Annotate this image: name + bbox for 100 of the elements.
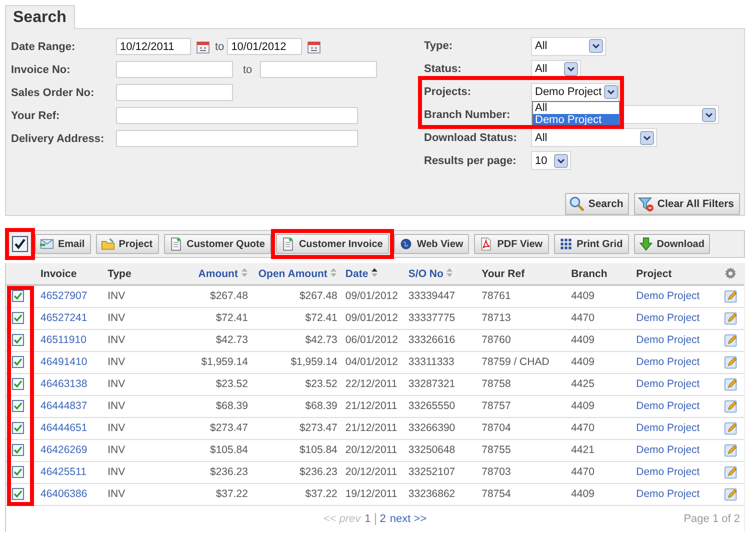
table-cell: $37.22 xyxy=(216,488,248,500)
select-field[interactable]: All xyxy=(531,36,606,56)
row-checkbox[interactable] xyxy=(12,422,24,434)
input-field[interactable] xyxy=(260,61,378,78)
table-link[interactable]: 46527241 xyxy=(40,312,88,324)
row-checkbox[interactable] xyxy=(12,444,24,456)
input-field[interactable] xyxy=(116,84,233,101)
page-link[interactable]: 1 xyxy=(364,512,371,524)
table-cell: INV xyxy=(108,422,126,434)
input-field[interactable] xyxy=(116,61,233,78)
toolbar-button[interactable]: Print Grid xyxy=(554,234,629,254)
calendar-icon[interactable] xyxy=(307,40,322,54)
toolbar-button[interactable]: Project xyxy=(96,234,159,254)
edit-icon[interactable] xyxy=(724,311,738,325)
edit-icon[interactable] xyxy=(724,333,738,347)
toolbar-button[interactable]: Customer Quote xyxy=(164,234,271,254)
table-link[interactable]: Demo Project xyxy=(636,312,700,324)
row-checkbox[interactable] xyxy=(12,488,24,500)
table-link[interactable]: 46463138 xyxy=(40,378,88,390)
table-cell: 33311333 xyxy=(408,356,454,368)
table-cell: INV xyxy=(108,290,126,302)
calendar-icon[interactable] xyxy=(196,40,210,54)
table-link[interactable]: Demo Project xyxy=(636,422,700,434)
row-checkbox[interactable] xyxy=(12,334,24,346)
filter-icon xyxy=(638,196,654,212)
edit-icon[interactable] xyxy=(724,443,738,457)
table-cell: $267.48 xyxy=(210,290,248,302)
input-field[interactable] xyxy=(116,130,358,147)
page-summary: Page 1 of 2 xyxy=(684,512,740,524)
select-field[interactable]: All xyxy=(531,128,657,148)
table-link[interactable]: 46425511 xyxy=(40,466,86,478)
input-field[interactable] xyxy=(116,107,358,124)
table-cell: 78758 xyxy=(482,378,511,390)
dropdown-option[interactable]: All xyxy=(533,102,619,114)
column-header: Invoice xyxy=(40,268,77,280)
clear-filters-button[interactable]: Clear All Filters xyxy=(634,192,740,215)
table-link[interactable]: Demo Project xyxy=(636,400,700,412)
table-cell: 4470 xyxy=(571,422,594,434)
date-field[interactable]: 10/12/2011 xyxy=(116,38,191,55)
table-cell: 06/01/2012 xyxy=(345,334,398,346)
to-label: to xyxy=(243,64,252,76)
sort-icon[interactable] xyxy=(371,267,378,278)
toolbar-button[interactable]: PDF View xyxy=(474,234,549,254)
next-link[interactable]: next >> xyxy=(390,512,427,524)
table-link[interactable]: Demo Project xyxy=(636,466,700,478)
table-cell: INV xyxy=(108,400,126,412)
toolbar-button[interactable]: Web View xyxy=(394,234,470,254)
row-checkbox[interactable] xyxy=(12,466,24,478)
search-button[interactable]: Search xyxy=(565,192,630,215)
table-link[interactable]: Demo Project xyxy=(636,334,700,346)
row-checkbox[interactable] xyxy=(12,290,24,302)
edit-icon[interactable] xyxy=(724,289,738,304)
table-link[interactable]: 46426269 xyxy=(40,444,88,456)
dropdown-option[interactable]: Demo Project xyxy=(533,114,619,126)
table-cell: INV xyxy=(108,488,126,500)
table-link[interactable]: Demo Project xyxy=(636,290,700,302)
select-all-checkbox[interactable] xyxy=(12,236,28,252)
table-cell: $68.39 xyxy=(305,400,338,412)
field-label: Download Status: xyxy=(424,132,518,144)
table-cell: 4409 xyxy=(571,488,594,500)
table-link[interactable]: 46491410 xyxy=(40,356,88,368)
edit-icon[interactable] xyxy=(724,355,738,369)
search-tab[interactable]: Search xyxy=(5,5,76,29)
table-cell: 19/12/2011 xyxy=(345,488,398,500)
toolbar-button[interactable]: Download xyxy=(634,234,710,254)
edit-icon[interactable] xyxy=(724,421,738,435)
column-header: Type xyxy=(108,268,132,280)
table-link[interactable]: 46406386 xyxy=(40,488,88,500)
table-cell: $72.41 xyxy=(305,312,338,324)
table-link[interactable]: Demo Project xyxy=(636,378,700,390)
row-checkbox[interactable] xyxy=(12,312,24,324)
table-link[interactable]: Demo Project xyxy=(636,444,700,456)
table-cell: 78760 xyxy=(482,334,511,346)
select-field[interactable]: 10 xyxy=(531,151,571,170)
table-cell: $273.47 xyxy=(210,422,248,434)
table-cell: 21/12/2011 xyxy=(345,400,398,412)
table-cell: 33250648 xyxy=(408,444,456,456)
row-checkbox[interactable] xyxy=(12,378,24,390)
edit-icon[interactable] xyxy=(724,465,738,479)
table-link[interactable]: 46444651 xyxy=(40,422,88,434)
edit-icon[interactable] xyxy=(724,399,738,413)
row-checkbox[interactable] xyxy=(12,356,24,368)
table-link[interactable]: 46444837 xyxy=(40,400,88,412)
table-cell: $267.48 xyxy=(299,290,338,302)
table-cell: INV xyxy=(108,444,126,456)
toolbar-button[interactable]: Customer Invoice xyxy=(276,234,389,254)
table-link[interactable]: Demo Project xyxy=(636,356,700,368)
row-checkbox[interactable] xyxy=(12,400,24,412)
toolbar-button[interactable]: Email xyxy=(35,234,91,254)
date-field[interactable]: 10/01/2012 xyxy=(227,38,302,55)
table-link[interactable]: 46511910 xyxy=(40,334,86,346)
table-cell: INV xyxy=(108,378,126,390)
page-link[interactable]: 2 xyxy=(380,512,386,524)
edit-icon[interactable] xyxy=(724,487,738,501)
settings-icon[interactable] xyxy=(724,267,738,280)
field-label: Sales Order No: xyxy=(11,86,96,98)
table-cell: 20/12/2011 xyxy=(345,444,398,456)
table-link[interactable]: Demo Project xyxy=(636,488,700,500)
edit-icon[interactable] xyxy=(724,377,738,391)
table-link[interactable]: 46527907 xyxy=(40,290,88,302)
